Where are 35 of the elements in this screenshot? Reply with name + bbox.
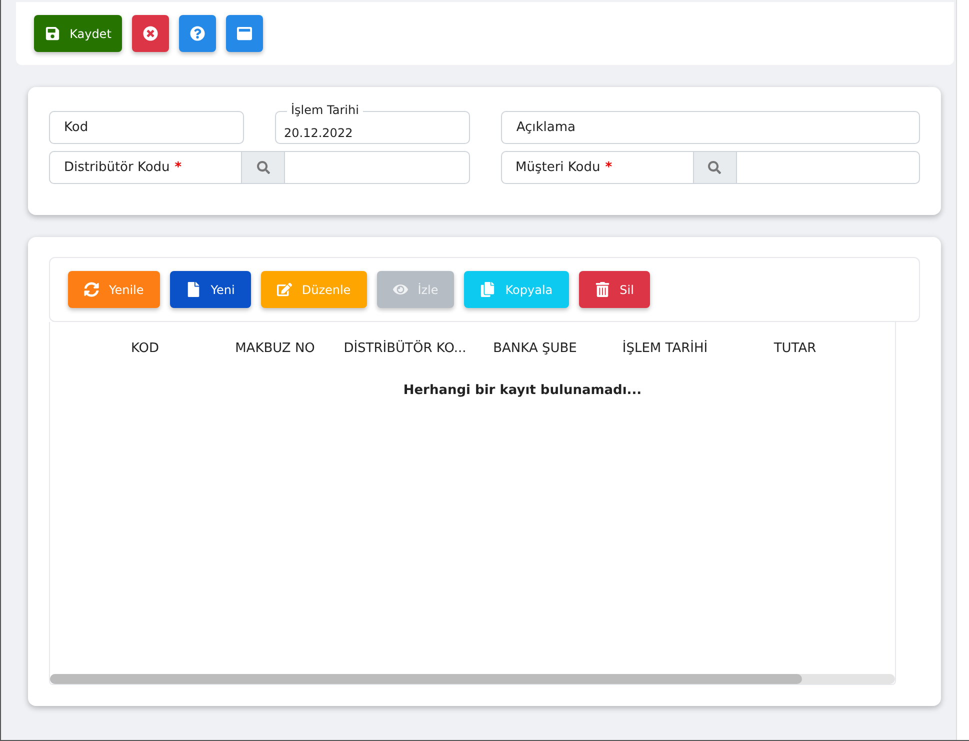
close-icon (143, 26, 158, 41)
search-icon (256, 161, 270, 174)
field-label: Müşteri Kodu * (500, 151, 694, 184)
eye-icon (392, 282, 408, 297)
input-field[interactable] (736, 151, 920, 184)
edit-icon (276, 282, 292, 297)
trash-icon (594, 282, 610, 297)
new-button[interactable]: Yeni (170, 271, 251, 308)
document-icon (186, 282, 201, 297)
column-header[interactable]: İŞLEM TARİHİ (600, 341, 730, 356)
column-header[interactable]: TUTAR (730, 341, 860, 356)
delete-button[interactable]: Sil (578, 271, 650, 308)
save-icon (44, 26, 60, 41)
copy-icon (480, 282, 496, 297)
save-button[interactable]: Kaydet (34, 15, 122, 52)
input-field[interactable]: Kod (49, 111, 244, 144)
refresh-icon (84, 282, 99, 297)
column-header[interactable]: KOD (80, 341, 210, 356)
search-button[interactable] (694, 151, 736, 184)
window-icon (237, 26, 252, 41)
column-header[interactable]: BANKA ŞUBE (470, 341, 600, 356)
input-field[interactable] (284, 151, 470, 184)
help-button[interactable] (179, 15, 216, 52)
empty-message: Herhangi bir kayıt bulunamadı... (403, 383, 642, 398)
column-header[interactable]: DİSTRİBÜTÖR KO... (340, 341, 470, 356)
horizontal-scrollbar[interactable] (50, 674, 895, 684)
field-label: Distribütör Kodu * (49, 151, 242, 184)
field-label: İşlem Tarihi (287, 103, 363, 118)
column-header[interactable]: MAKBUZ NO (210, 341, 340, 356)
input-field[interactable]: Açıklama (501, 111, 920, 144)
help-icon (190, 26, 205, 41)
search-icon (708, 161, 721, 174)
cancel-button[interactable] (132, 15, 169, 52)
search-button[interactable] (242, 151, 284, 184)
window-button[interactable] (226, 15, 263, 52)
